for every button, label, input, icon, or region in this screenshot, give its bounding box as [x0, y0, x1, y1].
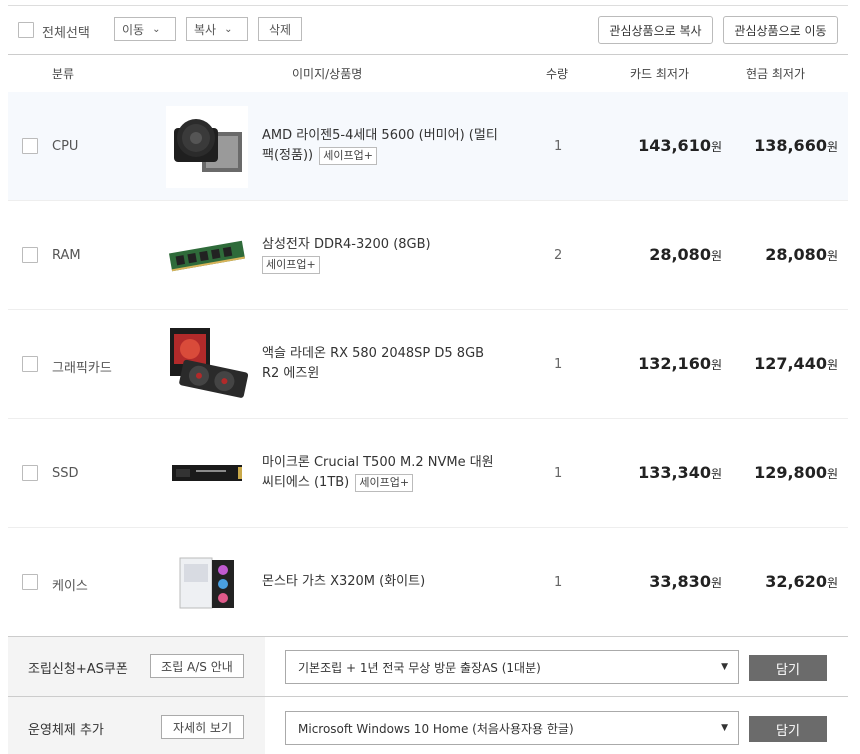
row-card-price: 28,080원 [649, 245, 722, 264]
copy-dropdown[interactable]: 복사 ⌄ [186, 17, 248, 41]
product-name-text: 액슬 라데온 RX 580 2048SP D5 8GB R2 에즈윈 [262, 346, 485, 381]
row-card-price: 143,610원 [638, 136, 722, 155]
table-row: 그래픽카드 액슬 라데온 RX 580 2048SP D5 8GB R2 에즈윈… [8, 310, 848, 419]
row-cash-price: 129,800원 [754, 463, 838, 482]
header-category: 분류 [52, 67, 75, 81]
pc-case-image[interactable] [166, 542, 248, 624]
product-name-text: 몬스타 가츠 X320M (화이트) [262, 574, 426, 589]
os-add-button-label: 담기 [776, 723, 800, 739]
delete-button[interactable]: 삭제 [258, 17, 302, 41]
row-card-price: 33,830원 [649, 572, 722, 591]
row-checkbox[interactable] [22, 247, 38, 263]
row-product-name[interactable]: 마이크론 Crucial T500 M.2 NVMe 대원씨티에스 (1TB) … [262, 453, 502, 493]
header-quantity: 수량 [546, 67, 569, 81]
row-category: 그래픽카드 [52, 361, 112, 376]
os-select[interactable]: Microsoft Windows 10 Home (처음사용자용 한글) ▼ [285, 711, 739, 745]
table-row: RAM 삼성전자 DDR4-3200 (8GB) 세이프업+ 2 28,080원… [8, 201, 848, 310]
ram-stick-image[interactable] [166, 215, 248, 297]
chevron-down-icon: ⌄ [224, 23, 233, 35]
copy-to-wishlist-label: 관심상품으로 복사 [609, 23, 702, 38]
move-dropdown[interactable]: 이동 ⌄ [114, 17, 176, 41]
row-category: SSD [52, 466, 79, 481]
row-product-name[interactable]: 몬스타 가츠 X320M (화이트) [262, 572, 502, 592]
os-add-button[interactable]: 담기 [749, 716, 827, 742]
table-row: SSD 마이크론 Crucial T500 M.2 NVMe 대원씨티에스 (1… [8, 419, 848, 528]
move-dropdown-label: 이동 [122, 22, 145, 37]
dropdown-arrow-icon: ▼ [721, 723, 728, 733]
header-product: 이미지/상품명 [292, 67, 363, 81]
row-card-price: 132,160원 [638, 354, 722, 373]
assembly-select[interactable]: 기본조립 + 1년 전국 무상 방문 출장AS (1대분) ▼ [285, 650, 739, 684]
assembly-option-row: 조립신청+AS쿠폰 조립 A/S 안내 기본조립 + 1년 전국 무상 방문 출… [8, 636, 848, 696]
move-to-wishlist-button[interactable]: 관심상품으로 이동 [723, 16, 838, 44]
copy-dropdown-label: 복사 [194, 22, 217, 37]
row-checkbox[interactable] [22, 465, 38, 481]
assembly-add-button-label: 담기 [776, 662, 800, 678]
row-quantity: 2 [554, 248, 563, 263]
row-product-name[interactable]: 삼성전자 DDR4-3200 (8GB) 세이프업+ [262, 235, 502, 275]
header-card-price: 카드 최저가 [630, 67, 690, 81]
select-all-checkbox[interactable] [18, 22, 34, 38]
row-checkbox[interactable] [22, 574, 38, 590]
safe-up-badge: 세이프업+ [355, 474, 414, 492]
row-checkbox[interactable] [22, 356, 38, 372]
table-header: 분류 이미지/상품명 수량 카드 최저가 현금 최저가 [8, 55, 848, 92]
move-to-wishlist-label: 관심상품으로 이동 [734, 23, 827, 38]
table-row: 케이스 몬스타 가츠 X320M (화이트) 1 33,830원 32,620원 [8, 528, 848, 637]
row-category: 케이스 [52, 579, 88, 594]
row-card-price: 133,340원 [638, 463, 722, 482]
cpu-cooler-image[interactable] [166, 106, 248, 188]
row-quantity: 1 [554, 466, 563, 481]
assembly-option-label: 조립신청+AS쿠폰 [28, 662, 128, 677]
row-cash-price: 28,080원 [765, 245, 838, 264]
row-checkbox[interactable] [22, 138, 38, 154]
table-row: CPU AMD 라이젠5-4세대 5600 (버미어) (멀티팩(정품)) 세이… [8, 92, 848, 201]
row-cash-price: 138,660원 [754, 136, 838, 155]
os-details-button-label: 자세히 보기 [172, 720, 232, 735]
assembly-select-value: 기본조립 + 1년 전국 무상 방문 출장AS (1대분) [298, 660, 541, 675]
dropdown-arrow-icon: ▼ [721, 662, 728, 672]
row-quantity: 1 [554, 357, 563, 372]
row-cash-price: 32,620원 [765, 572, 838, 591]
chevron-down-icon: ⌄ [152, 23, 161, 35]
assembly-info-button[interactable]: 조립 A/S 안내 [150, 654, 244, 678]
row-quantity: 1 [554, 139, 563, 154]
delete-button-label: 삭제 [268, 22, 292, 37]
row-quantity: 1 [554, 575, 563, 590]
select-all-label: 전체선택 [42, 26, 90, 41]
product-name-text: 삼성전자 DDR4-3200 (8GB) [262, 237, 431, 252]
os-option-row: 운영체제 추가 자세히 보기 Microsoft Windows 10 Home… [8, 696, 848, 754]
row-product-name[interactable]: AMD 라이젠5-4세대 5600 (버미어) (멀티팩(정품)) 세이프업+ [262, 126, 502, 166]
row-category: CPU [52, 139, 79, 154]
row-product-name[interactable]: 액슬 라데온 RX 580 2048SP D5 8GB R2 에즈윈 [262, 344, 502, 384]
ssd-image[interactable] [166, 433, 248, 515]
header-cash-price: 현금 최저가 [746, 67, 806, 81]
cart-toolbar: 전체선택 이동 ⌄ 복사 ⌄ 삭제 관심상품으로 복사 관심상품으로 이동 [8, 5, 848, 55]
safe-up-badge: 세이프업+ [319, 147, 377, 165]
safe-up-badge: 세이프업+ [262, 256, 320, 274]
copy-to-wishlist-button[interactable]: 관심상품으로 복사 [598, 16, 713, 44]
graphics-card-image[interactable] [166, 324, 249, 406]
os-select-value: Microsoft Windows 10 Home (처음사용자용 한글) [298, 721, 574, 736]
os-option-label: 운영체제 추가 [28, 723, 104, 738]
assembly-info-button-label: 조립 A/S 안내 [161, 659, 233, 674]
os-details-button[interactable]: 자세히 보기 [161, 715, 244, 739]
product-name-text: AMD 라이젠5-4세대 5600 (버미어) (멀티팩(정품)) [262, 128, 498, 163]
row-cash-price: 127,440원 [754, 354, 838, 373]
assembly-add-button[interactable]: 담기 [749, 655, 827, 681]
row-category: RAM [52, 248, 81, 263]
